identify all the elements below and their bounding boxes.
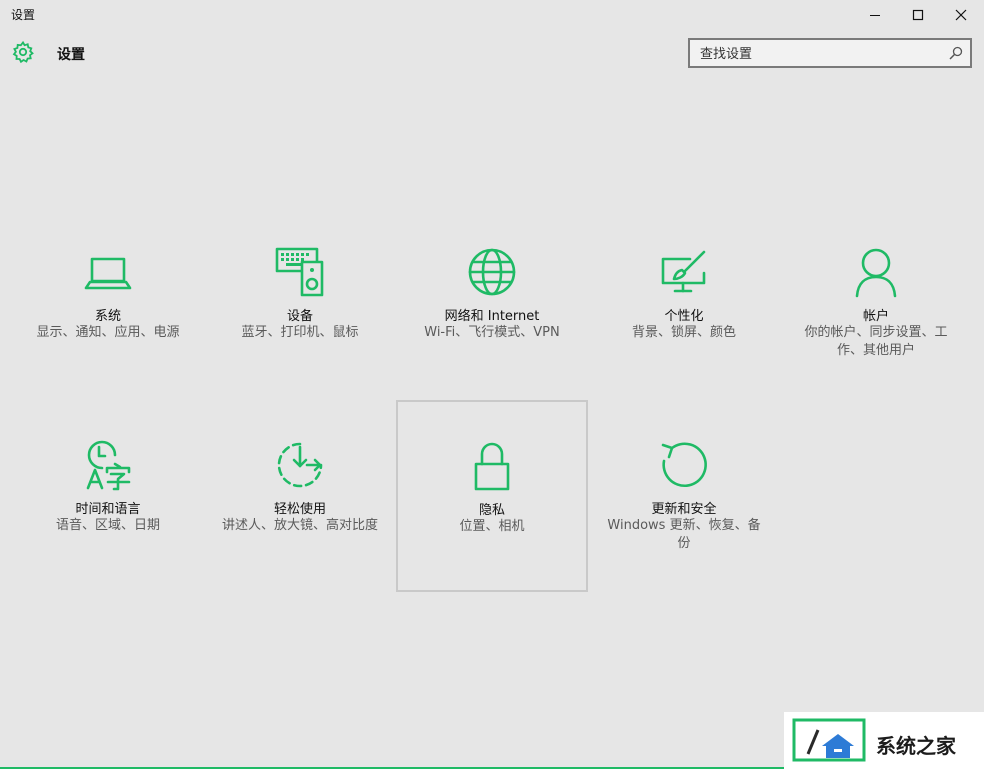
tile-update-security[interactable]: 更新和安全 Windows 更新、恢复、备份 xyxy=(589,401,779,591)
tile-ease-of-access[interactable]: 轻松使用 讲述人、放大镜、高对比度 xyxy=(205,401,395,591)
close-button[interactable] xyxy=(938,0,984,30)
refresh-icon xyxy=(661,442,707,488)
laptop-icon xyxy=(84,257,132,290)
title-bar: 设置 xyxy=(0,0,984,30)
tile-description: 语音、区域、日期 xyxy=(55,518,160,533)
tile-accounts[interactable]: 帐户 你的帐户、同步设置、工作、其他用户 xyxy=(781,208,971,398)
tile-network[interactable]: 网络和 Internet Wi-Fi、飞行模式、VPN xyxy=(397,208,587,398)
window-title: 设置 xyxy=(11,8,36,22)
tile-devices[interactable]: 设备 蓝牙、打印机、鼠标 xyxy=(205,208,395,398)
tile-label: 系统 xyxy=(94,309,121,324)
lock-icon xyxy=(474,442,510,491)
maximize-icon xyxy=(912,9,924,21)
tile-time-language[interactable]: 时间和语言 语音、区域、日期 xyxy=(13,401,203,591)
tile-label: 设备 xyxy=(286,309,313,324)
tile-description: 讲述人、放大镜、高对比度 xyxy=(221,518,378,533)
tile-label: 个性化 xyxy=(664,309,704,324)
tile-description: 你的帐户、同步设置、工作、其他用户 xyxy=(804,325,948,358)
tile-description: Wi-Fi、飞行模式、VPN xyxy=(424,325,560,340)
watermark-logo xyxy=(792,718,866,762)
watermark: 系统之家 xyxy=(784,712,984,769)
search-icon[interactable] xyxy=(948,45,964,61)
keyboard-speaker-icon xyxy=(275,247,324,297)
page-title: 设置 xyxy=(57,47,85,63)
tile-description: 蓝牙、打印机、鼠标 xyxy=(241,325,359,340)
tile-label: 轻松使用 xyxy=(273,502,326,517)
tile-label: 隐私 xyxy=(478,503,505,518)
tile-label: 帐户 xyxy=(862,309,889,324)
tile-label: 时间和语言 xyxy=(75,502,141,517)
watermark-text: 系统之家 xyxy=(876,734,956,758)
globe-icon xyxy=(468,248,516,296)
tile-privacy[interactable]: 隐私 位置、相机 xyxy=(396,400,588,592)
tile-label: 网络和 Internet xyxy=(444,309,540,324)
close-icon xyxy=(955,9,967,21)
tile-description: 位置、相机 xyxy=(459,519,525,534)
tile-description: Windows 更新、恢复、备份 xyxy=(607,518,761,551)
tile-description: 背景、锁屏、颜色 xyxy=(631,325,736,340)
paint-brush-monitor-icon xyxy=(661,250,706,293)
tile-personalization[interactable]: 个性化 背景、锁屏、颜色 xyxy=(589,208,779,398)
ease-of-access-icon xyxy=(277,442,323,488)
maximize-button[interactable] xyxy=(895,0,941,30)
tile-description: 显示、通知、应用、电源 xyxy=(36,325,180,340)
minimize-icon xyxy=(870,15,880,16)
search-input[interactable] xyxy=(698,44,942,64)
gear-icon xyxy=(12,40,34,64)
person-icon xyxy=(855,248,897,298)
search-box[interactable] xyxy=(688,38,972,68)
clock-language-icon xyxy=(86,440,131,491)
tile-system[interactable]: 系统 显示、通知、应用、电源 xyxy=(13,208,203,398)
tile-label: 更新和安全 xyxy=(651,502,717,517)
minimize-button[interactable] xyxy=(852,0,898,30)
